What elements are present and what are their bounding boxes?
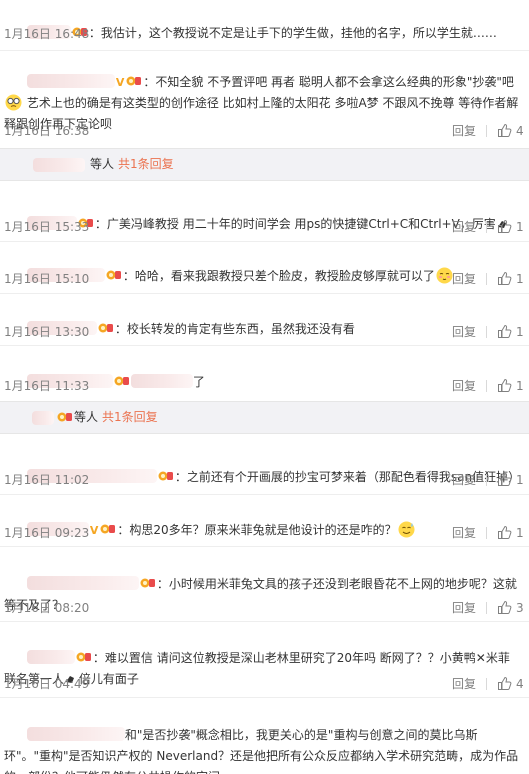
comment-footer: 1月16日 16:38 回复 4: [0, 121, 529, 141]
sub-reply-label: 等人: [74, 410, 99, 424]
comment-time: 1月16日 16:38: [4, 124, 90, 138]
comment-footer: 1月16日 16:48: [0, 24, 529, 44]
comment-footer: 1月16日 04:49 回复 4: [0, 674, 529, 694]
vip-user-icon: [140, 578, 155, 588]
username-blurred[interactable]: [26, 650, 75, 664]
username-blurred[interactable]: [26, 74, 115, 88]
comment-time: 1月16日 09:23: [4, 526, 90, 540]
divider: [486, 678, 487, 690]
vip-user-icon: [57, 412, 72, 422]
reply-button[interactable]: 回复: [452, 322, 476, 342]
comment-footer: 1月16日 09:23 回复 1: [0, 523, 529, 543]
reply-button[interactable]: 回复: [452, 217, 476, 237]
comment-time: 1月16日 08:20: [4, 601, 90, 615]
reply-button[interactable]: 回复: [452, 121, 476, 141]
username-blurred[interactable]: [26, 727, 125, 741]
thumbs-up-icon[interactable]: [497, 378, 512, 393]
divider: [486, 527, 487, 539]
like-count: 1: [516, 473, 524, 487]
vip-user-icon: [76, 652, 91, 662]
reply-button[interactable]: 回复: [452, 598, 476, 618]
reply-button[interactable]: 回复: [452, 269, 476, 289]
comment-footer: 1月16日 11:33 回复 1: [0, 376, 529, 396]
sub-reply-bar[interactable]: 等人 共1条回复: [0, 148, 529, 181]
thumbs-up-icon[interactable]: [497, 600, 512, 615]
reply-button[interactable]: 回复: [452, 523, 476, 543]
divider: [0, 345, 529, 346]
username-blurred[interactable]: [26, 576, 139, 590]
divider: [0, 241, 529, 242]
like-count: 1: [516, 526, 524, 540]
reply-button[interactable]: 回复: [452, 376, 476, 396]
reply-button[interactable]: 回复: [452, 674, 476, 694]
sub-reply-bar[interactable]: 等人 共1条回复: [0, 401, 529, 434]
like-count: 3: [516, 601, 524, 615]
sub-reply-count-link[interactable]: 共1条回复: [102, 402, 158, 433]
verified-v-icon: V: [115, 76, 125, 89]
comment-footer: 1月16日 08:20 回复 3: [0, 598, 529, 618]
reply-button[interactable]: 回复: [452, 470, 476, 490]
comment-time: 1月16日 15:33: [4, 220, 90, 234]
comment-time: 1月16日 13:30: [4, 325, 90, 339]
comment-time: 1月16日 15:10: [4, 272, 90, 286]
vip-user-icon: [126, 76, 142, 86]
divider: [0, 293, 529, 294]
thumbs-up-icon[interactable]: [497, 324, 512, 339]
divider: [486, 602, 487, 614]
comment-footer: 1月16日 15:10 回复 1: [0, 269, 529, 289]
thumbs-up-icon[interactable]: [497, 525, 512, 540]
like-count: 1: [516, 272, 524, 286]
like-count: 1: [516, 220, 524, 234]
username-blurred: [33, 158, 85, 172]
divider: [0, 546, 529, 547]
comment-footer: 1月16日 15:33 回复 1: [0, 217, 529, 237]
comment-time: 1月16日 11:33: [4, 379, 90, 393]
thumbs-up-icon[interactable]: [497, 271, 512, 286]
divider: [0, 697, 529, 698]
thumbs-up-icon[interactable]: [497, 123, 512, 138]
thinking-glasses-emoji-icon: [5, 94, 22, 111]
divider: [486, 221, 487, 233]
thumbs-up-icon[interactable]: [497, 676, 512, 691]
comment-footer: 1月16日 13:30 回复 1: [0, 322, 529, 342]
comment-time: 1月16日 04:49: [4, 677, 90, 691]
thumbs-up-icon[interactable]: [497, 472, 512, 487]
sub-reply-label: 等人: [90, 157, 115, 171]
sub-reply-count-link[interactable]: 共1条回复: [118, 149, 174, 180]
like-count: 4: [516, 124, 524, 138]
divider: [0, 621, 529, 622]
divider: [0, 494, 529, 495]
divider: [486, 474, 487, 486]
like-count: 1: [516, 379, 524, 393]
like-count: 4: [516, 677, 524, 691]
divider: [486, 125, 487, 137]
username-blurred: [32, 411, 54, 425]
comment-text-part1: ：不知全貌 不予置评吧 再者 聪明人都不会拿这么经典的形象"抄袭"吧: [143, 75, 514, 89]
divider: [486, 273, 487, 285]
divider: [486, 326, 487, 338]
comment-time: 1月16日 16:48: [4, 27, 90, 41]
comment-feed: ：我估计，这个教授说不定是让手下的学生做，挂他的名字，所以学生就…… 1月16日…: [0, 0, 529, 774]
like-count: 1: [516, 325, 524, 339]
comment-footer: 1月16日 11:02 回复 1: [0, 470, 529, 490]
comment-time: 1月16日 11:02: [4, 473, 90, 487]
thumbs-up-icon[interactable]: [497, 219, 512, 234]
divider: [486, 380, 487, 392]
